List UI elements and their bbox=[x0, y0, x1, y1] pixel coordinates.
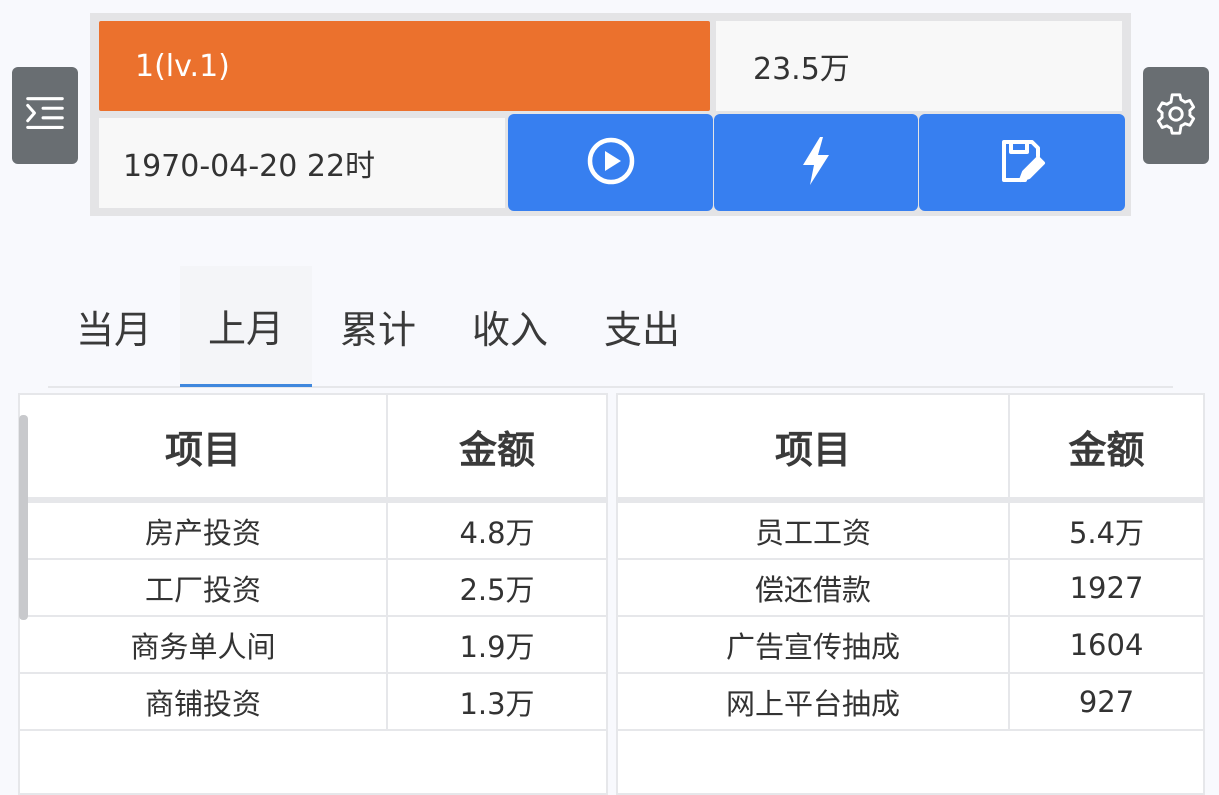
empty-row bbox=[18, 729, 608, 795]
column-header-item: 项目 bbox=[18, 393, 388, 503]
save-edit-button[interactable] bbox=[919, 114, 1125, 211]
tab-label: 当月 bbox=[75, 307, 152, 352]
menu-button[interactable] bbox=[12, 67, 78, 164]
boost-button[interactable] bbox=[714, 114, 918, 211]
item-name: 工厂投资 bbox=[18, 558, 388, 617]
table-header-row: 项目 金额 bbox=[18, 393, 608, 503]
column-header-item: 项目 bbox=[616, 393, 1010, 503]
tab-label: 累计 bbox=[339, 307, 416, 352]
table-row: 工厂投资 2.5万 bbox=[18, 558, 608, 617]
money-value: 23.5万 bbox=[753, 52, 850, 87]
table-row: 偿还借款 1927 bbox=[616, 558, 1205, 617]
settings-button[interactable] bbox=[1143, 67, 1209, 164]
table-header-row: 项目 金额 bbox=[616, 393, 1205, 503]
item-name: 员工工资 bbox=[616, 499, 1010, 560]
item-name: 商铺投资 bbox=[18, 672, 388, 731]
item-name: 商务单人间 bbox=[18, 615, 388, 674]
empty-row bbox=[616, 729, 1205, 795]
column-header-amount: 金额 bbox=[1008, 393, 1205, 503]
level-progress-bar: 1(lv.1) bbox=[99, 21, 710, 111]
item-amount: 1.9万 bbox=[386, 615, 608, 674]
item-amount: 1927 bbox=[1008, 558, 1205, 617]
tab-label: 上月 bbox=[207, 306, 284, 351]
tab-last-month[interactable]: 上月 bbox=[180, 266, 312, 387]
table-row: 网上平台抽成 927 bbox=[616, 672, 1205, 731]
money-display: 23.5万 bbox=[716, 21, 1122, 111]
column-header-amount: 金额 bbox=[386, 393, 608, 503]
item-amount: 2.5万 bbox=[386, 558, 608, 617]
gear-icon bbox=[1153, 91, 1199, 141]
tab-cumulative[interactable]: 累计 bbox=[312, 266, 444, 386]
play-circle-icon bbox=[584, 134, 638, 192]
tab-label: 收入 bbox=[471, 307, 548, 352]
tab-current-month[interactable]: 当月 bbox=[48, 266, 180, 386]
table-row: 商务单人间 1.9万 bbox=[18, 615, 608, 674]
table-row: 商铺投资 1.3万 bbox=[18, 672, 608, 731]
item-amount: 1.3万 bbox=[386, 672, 608, 731]
save-edit-icon bbox=[995, 134, 1049, 192]
lightning-icon bbox=[789, 134, 843, 192]
income-table: 项目 金额 房产投资 4.8万 工厂投资 2.5万 商务单人间 1.9万 商铺投… bbox=[18, 393, 608, 795]
tab-label: 支出 bbox=[603, 307, 680, 352]
tab-income[interactable]: 收入 bbox=[444, 266, 576, 386]
item-amount: 4.8万 bbox=[386, 499, 608, 560]
item-name: 广告宣传抽成 bbox=[616, 615, 1010, 674]
item-amount: 1604 bbox=[1008, 615, 1205, 674]
table-row: 房产投资 4.8万 bbox=[18, 499, 608, 560]
level-label: 1(lv.1) bbox=[135, 48, 230, 84]
item-amount: 927 bbox=[1008, 672, 1205, 731]
tab-expense[interactable]: 支出 bbox=[576, 266, 708, 386]
table-row: 广告宣传抽成 1604 bbox=[616, 615, 1205, 674]
date-display: 1970-04-20 22时 bbox=[99, 118, 505, 208]
empty-cell bbox=[616, 729, 1205, 795]
scrollbar[interactable] bbox=[19, 415, 28, 620]
item-amount: 5.4万 bbox=[1008, 499, 1205, 560]
expense-table: 项目 金额 员工工资 5.4万 偿还借款 1927 广告宣传抽成 1604 网上… bbox=[616, 393, 1205, 795]
item-name: 网上平台抽成 bbox=[616, 672, 1010, 731]
item-name: 偿还借款 bbox=[616, 558, 1010, 617]
indent-menu-icon bbox=[22, 91, 68, 141]
play-button[interactable] bbox=[508, 114, 713, 211]
datetime-value: 1970-04-20 22时 bbox=[123, 149, 376, 184]
empty-cell bbox=[18, 729, 608, 795]
item-name: 房产投资 bbox=[18, 499, 388, 560]
table-row: 员工工资 5.4万 bbox=[616, 499, 1205, 560]
